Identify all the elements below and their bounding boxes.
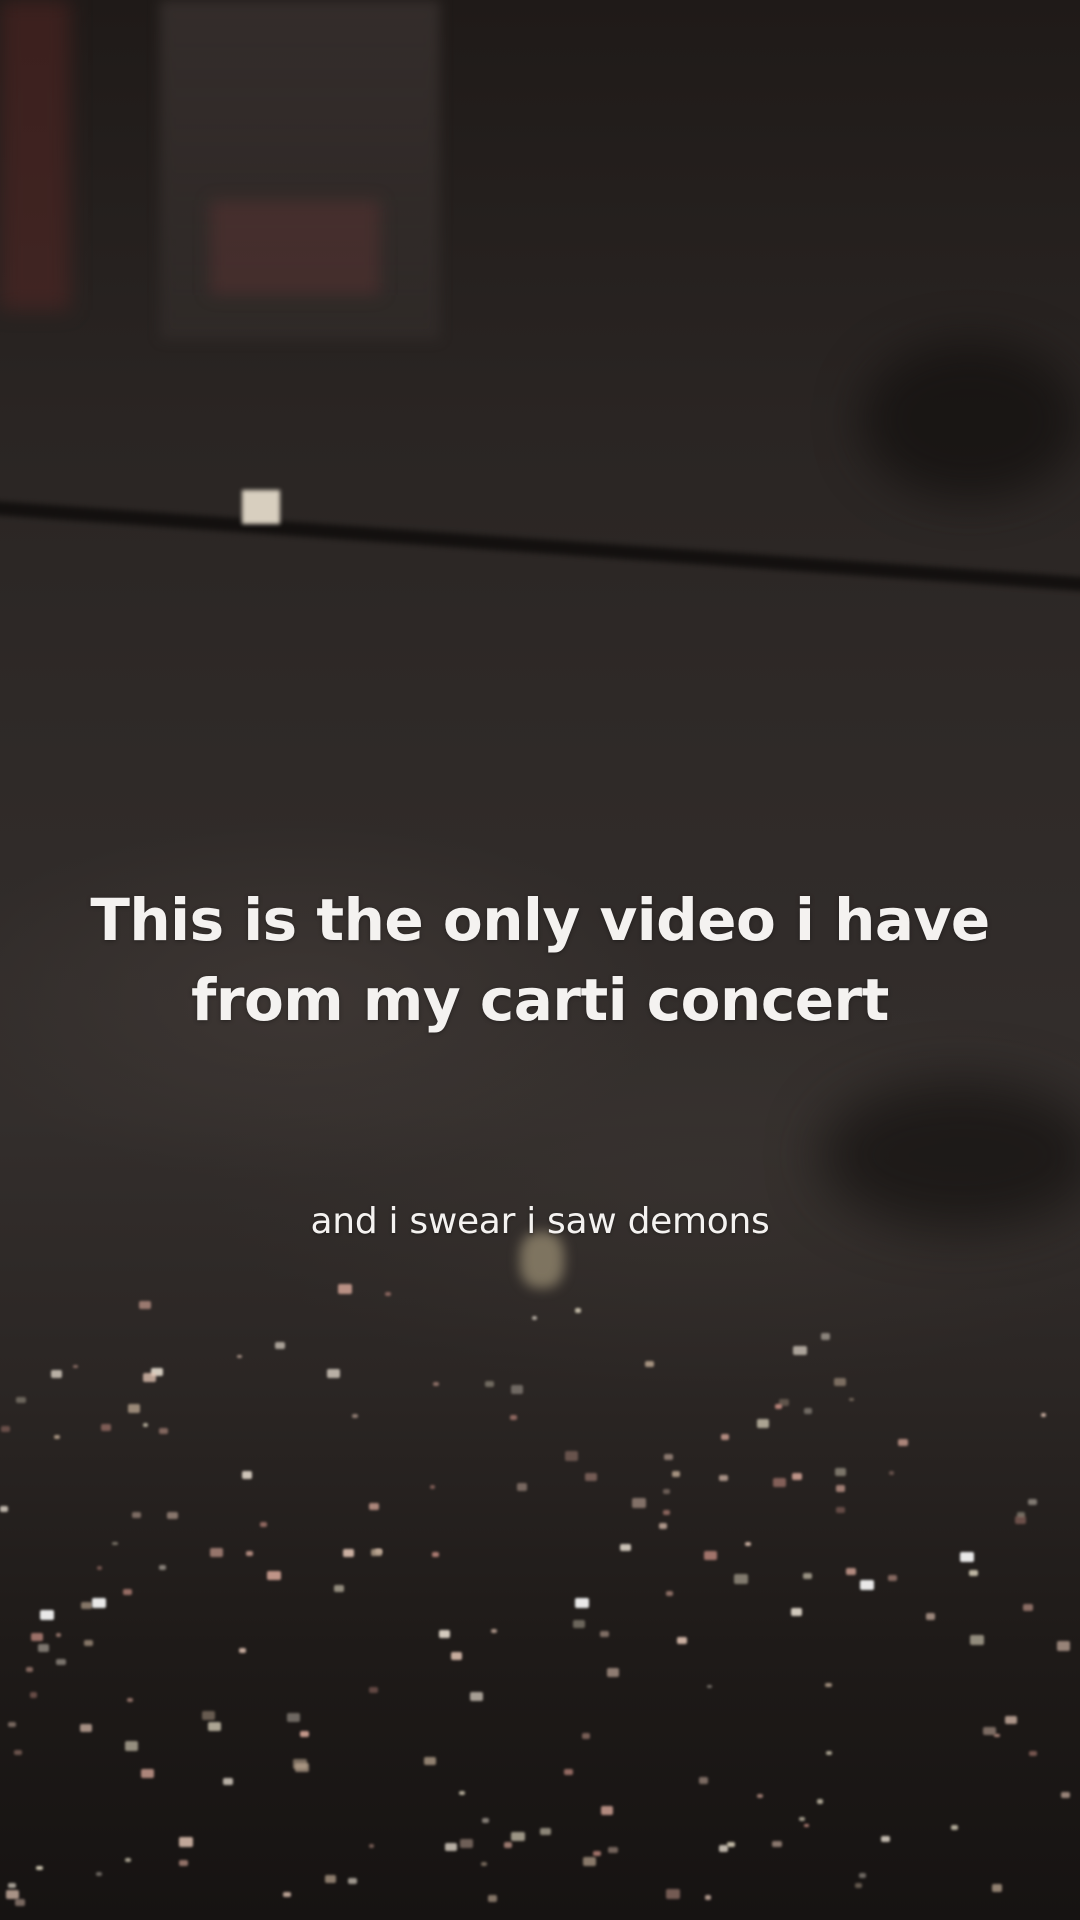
main-caption-line-2: from my carti concert [191, 966, 889, 1034]
main-caption: This is the only video i have from my ca… [40, 880, 1040, 1040]
sub-caption: and i swear i saw demons [310, 1201, 770, 1242]
caption-layer: This is the only video i have from my ca… [0, 0, 1080, 1920]
video-frame[interactable]: This is the only video i have from my ca… [0, 0, 1080, 1920]
main-caption-line-1: This is the only video i have [90, 886, 990, 954]
